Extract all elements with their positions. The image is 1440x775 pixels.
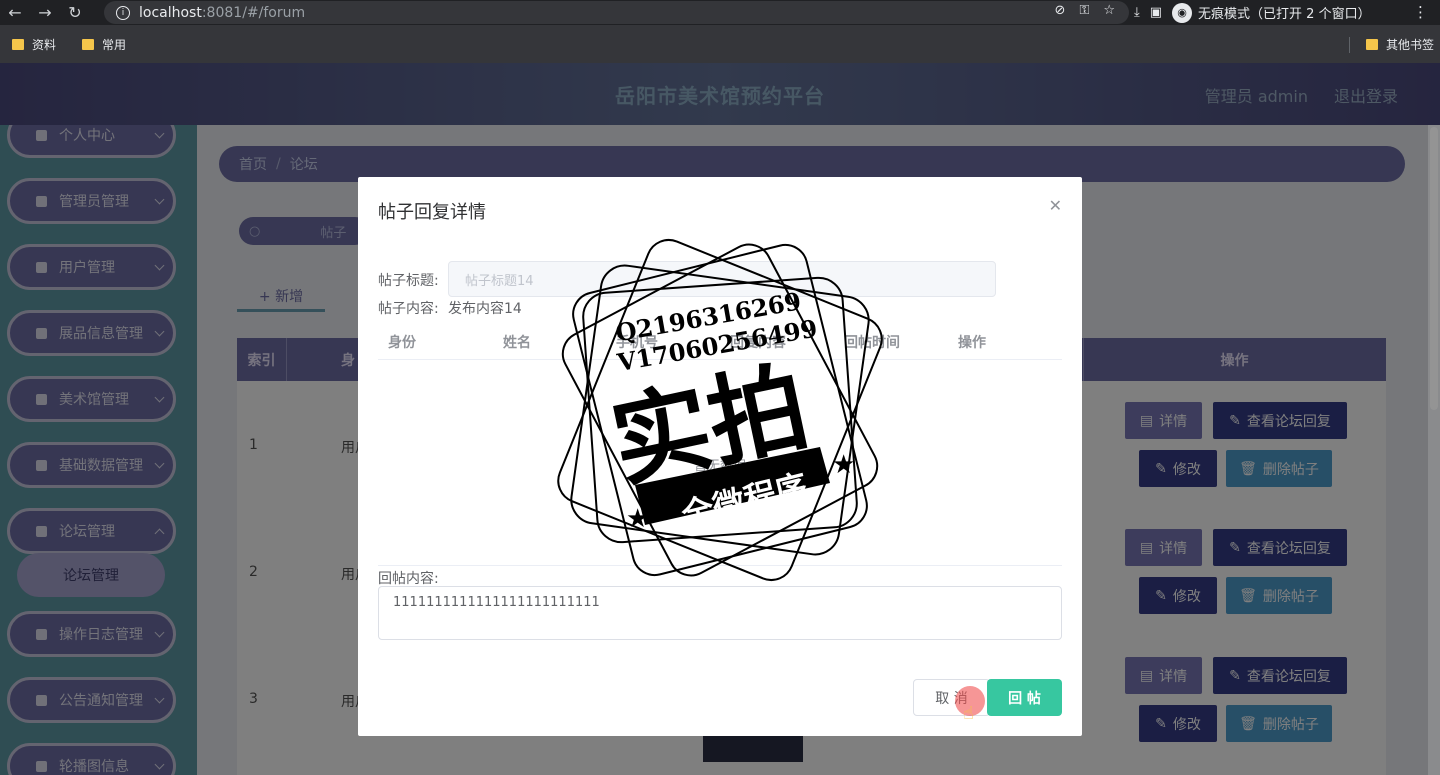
star-icon[interactable]: ☆ [1103,3,1115,18]
url-path: :8081/#/forum [201,4,306,21]
reply-content-label: 回帖内容: [378,571,439,587]
key-icon[interactable]: ⚿ [1079,3,1089,18]
info-icon[interactable]: i [116,5,130,20]
star-icon: ★ [626,504,649,534]
folder-icon [12,38,24,50]
submit-reply-button[interactable]: 回 帖 [987,679,1062,716]
other-bookmarks[interactable]: 其他书签 [1348,36,1434,53]
address-bar[interactable]: i localhost:8081/#/forum ⊘ ⚿ ☆ [104,1,1129,24]
col-name: 姓名 [503,335,531,351]
post-title-label: 帖子标题: [378,273,439,289]
folder-icon [82,38,95,50]
col-operation: 操作 [958,335,986,351]
url-host: localhost [139,4,202,21]
incognito-indicator[interactable]: ◉ 无痕模式（已打开 2 个窗口） [1172,2,1371,23]
blocked-popup-icon[interactable]: ⊘ [1055,3,1066,18]
col-identity: 身份 [388,335,416,351]
scrollbar-thumb[interactable] [1430,127,1438,410]
dialog-title: 帖子回复详情 [378,202,486,223]
post-content-label: 帖子内容: [378,301,439,317]
incognito-icon: ◉ [1172,2,1193,23]
post-content-value: 发布内容14 [448,301,522,317]
forward-icon[interactable]: → [30,0,60,25]
sidepanel-icon[interactable]: ▣ [1150,5,1162,20]
incognito-label: 无痕模式（已打开 2 个窗口） [1198,7,1371,22]
bookmarks-bar: 资料 常用 其他书签 [0,25,1440,63]
back-icon[interactable]: ← [0,0,30,25]
star-icon: ★ [832,450,855,480]
download-icon[interactable]: ⤓ [1134,5,1140,20]
browser-toolbar: ← → ↻ i localhost:8081/#/forum ⊘ ⚿ ☆ ⤓ ▣… [0,0,1440,25]
close-icon[interactable]: ✕ [1049,196,1062,215]
hand-cursor-icon: ☝ [963,703,974,724]
menu-dots-icon[interactable]: ⋮ [1413,3,1428,21]
folder-icon [1365,39,1378,50]
watermark-stamp: Q2196316269 V17060256499 实拍 全微程序 ★ ★ [557,239,883,581]
bookmark-folder-2[interactable]: 常用 [82,36,126,53]
reload-icon[interactable]: ↻ [60,0,90,25]
bookmark-folder-1[interactable]: 资料 [12,36,56,53]
